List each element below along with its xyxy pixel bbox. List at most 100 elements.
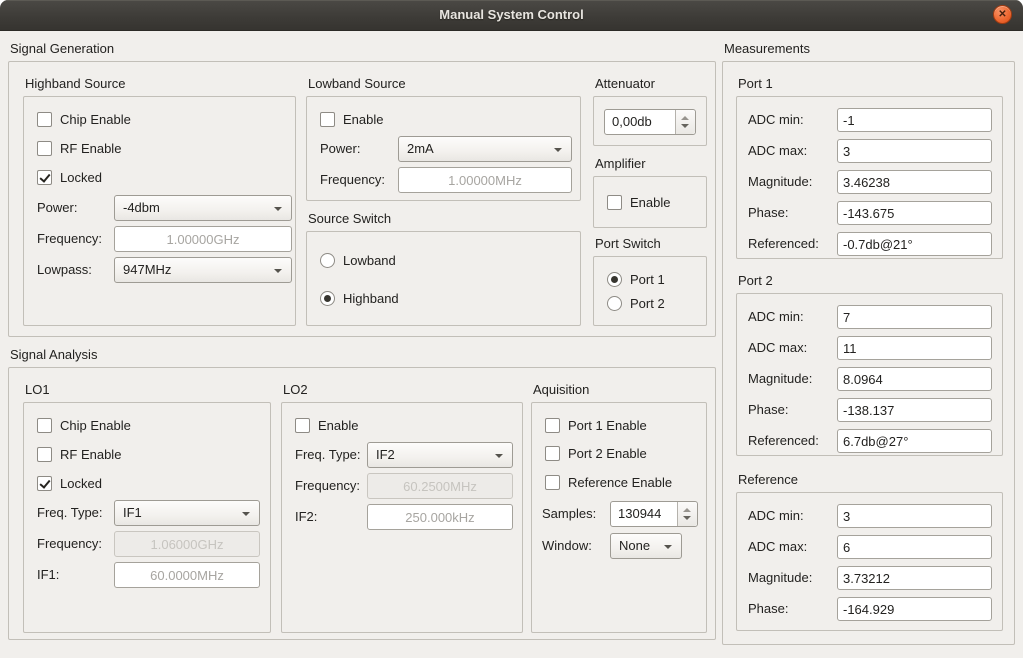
port2-radio[interactable] (607, 296, 622, 311)
lo1-rf-enable-checkbox[interactable] (37, 447, 52, 462)
table-row: Referenced: (737, 232, 1002, 256)
referenced-input[interactable] (837, 232, 992, 256)
table-row: ADC max: (737, 535, 1002, 559)
lowband-radio[interactable] (320, 253, 335, 268)
acq-port1-enable-row: Port 1 Enable (545, 412, 698, 438)
adc-max-label: ADC max: (748, 336, 807, 360)
amplifier-enable-checkbox[interactable] (607, 195, 622, 210)
lo1-if1-input[interactable] (114, 562, 260, 588)
lo1-if1-row: IF1: (24, 562, 270, 588)
measure-port1-title: Port 1 (736, 76, 1003, 96)
referenced-label: Referenced: (748, 232, 819, 256)
attenuator-title: Attenuator (593, 76, 707, 96)
highband-radio[interactable] (320, 291, 335, 306)
attenuator-box: 0,00db (593, 96, 707, 146)
close-button[interactable]: ✕ (993, 5, 1012, 24)
lo2-if2-label: IF2: (295, 504, 317, 530)
lo1-locked-row: Locked (37, 470, 262, 496)
lowband-enable-label: Enable (343, 112, 383, 127)
chip-enable-checkbox[interactable] (37, 112, 52, 127)
rf-enable-row: RF Enable (37, 135, 287, 161)
adc-max-input[interactable] (837, 336, 992, 360)
magnitude-label: Magnitude: (748, 566, 812, 590)
spinner-buttons[interactable] (677, 502, 697, 526)
lo2-enable-checkbox[interactable] (295, 418, 310, 433)
lo1-freq-type-value: IF1 (123, 501, 142, 525)
adc-max-input[interactable] (837, 535, 992, 559)
lo2-if2-input[interactable] (367, 504, 513, 530)
window-combobox[interactable]: None (610, 533, 682, 559)
lo1-chip-enable-checkbox[interactable] (37, 418, 52, 433)
port1-radio[interactable] (607, 272, 622, 287)
acq-port1-enable-checkbox[interactable] (545, 418, 560, 433)
lowband-power-combobox[interactable]: 2mA (398, 136, 572, 162)
lo2-enable-label: Enable (318, 418, 358, 433)
measure-port1-group: Port 1 ADC min: ADC max: Magnitude: (736, 76, 1003, 259)
locked-checkbox[interactable] (37, 170, 52, 185)
amplifier-enable-label: Enable (630, 195, 670, 210)
attenuator-group: Attenuator 0,00db (593, 76, 707, 146)
acq-reference-enable-row: Reference Enable (545, 469, 698, 495)
amplifier-box: Enable (593, 176, 707, 228)
signal-generation-title: Signal Generation (8, 41, 716, 61)
measure-port1-box: ADC min: ADC max: Magnitude: Phase: (736, 96, 1003, 259)
referenced-label: Referenced: (748, 429, 819, 453)
chevron-down-icon (495, 454, 503, 458)
lowpass-label: Lowpass: (37, 257, 92, 283)
magnitude-input[interactable] (837, 170, 992, 194)
amplifier-group: Amplifier Enable (593, 156, 707, 228)
power-row: Power: -4dbm (24, 195, 295, 221)
samples-spinbox[interactable]: 130944 (610, 501, 698, 527)
power-label: Power: (37, 195, 77, 221)
signal-analysis-box: LO1 Chip Enable RF Enable Locked (8, 367, 716, 640)
lo2-freq-type-label: Freq. Type: (295, 442, 361, 468)
lowband-frequency-input[interactable] (398, 167, 572, 193)
acq-reference-enable-checkbox[interactable] (545, 475, 560, 490)
amplifier-enable-row: Enable (607, 189, 698, 215)
lo1-locked-checkbox[interactable] (37, 476, 52, 491)
frequency-input[interactable] (114, 226, 292, 252)
lo2-if2-row: IF2: (282, 504, 522, 530)
chevron-down-icon (274, 207, 282, 211)
acq-port2-enable-checkbox[interactable] (545, 446, 560, 461)
lo2-freq-type-combobox[interactable]: IF2 (367, 442, 513, 468)
measure-reference-title: Reference (736, 472, 1003, 492)
power-combobox[interactable]: -4dbm (114, 195, 292, 221)
adc-max-label: ADC max: (748, 535, 807, 559)
lowpass-combobox[interactable]: 947MHz (114, 257, 292, 283)
acq-port2-enable-row: Port 2 Enable (545, 440, 698, 466)
lo1-freq-type-combobox[interactable]: IF1 (114, 500, 260, 526)
measure-port2-group: Port 2 ADC min: ADC max: Magnitude: (736, 273, 1003, 456)
locked-label: Locked (60, 170, 102, 185)
power-value: -4dbm (123, 196, 160, 220)
measure-port2-title: Port 2 (736, 273, 1003, 293)
lowband-enable-checkbox[interactable] (320, 112, 335, 127)
source-switch-group: Source Switch Lowband Highband (306, 211, 581, 326)
measurements-group: Measurements Port 1 ADC min: ADC max: Ma… (722, 41, 1015, 645)
magnitude-input[interactable] (837, 566, 992, 590)
lo2-frequency-row: Frequency: (282, 473, 522, 499)
lo1-locked-label: Locked (60, 476, 102, 491)
spinner-buttons[interactable] (675, 110, 695, 134)
phase-input[interactable] (837, 398, 992, 422)
adc-min-input[interactable] (837, 504, 992, 528)
table-row: Magnitude: (737, 566, 1002, 590)
measurements-title: Measurements (722, 41, 1015, 61)
phase-input[interactable] (837, 201, 992, 225)
rf-enable-checkbox[interactable] (37, 141, 52, 156)
lo1-freq-type-row: Freq. Type: IF1 (24, 500, 270, 526)
lowband-power-row: Power: 2mA (307, 136, 580, 162)
adc-max-input[interactable] (837, 139, 992, 163)
table-row: Magnitude: (737, 367, 1002, 391)
chevron-down-icon (274, 269, 282, 273)
adc-min-input[interactable] (837, 108, 992, 132)
adc-min-input[interactable] (837, 305, 992, 329)
lo1-group: LO1 Chip Enable RF Enable Locked (23, 382, 271, 633)
attenuator-spinbox[interactable]: 0,00db (604, 109, 696, 135)
referenced-input[interactable] (837, 429, 992, 453)
phase-input[interactable] (837, 597, 992, 621)
lowband-power-label: Power: (320, 136, 360, 162)
magnitude-input[interactable] (837, 367, 992, 391)
titlebar[interactable]: Manual System Control ✕ (0, 0, 1023, 31)
lo1-frequency-row: Frequency: (24, 531, 270, 557)
